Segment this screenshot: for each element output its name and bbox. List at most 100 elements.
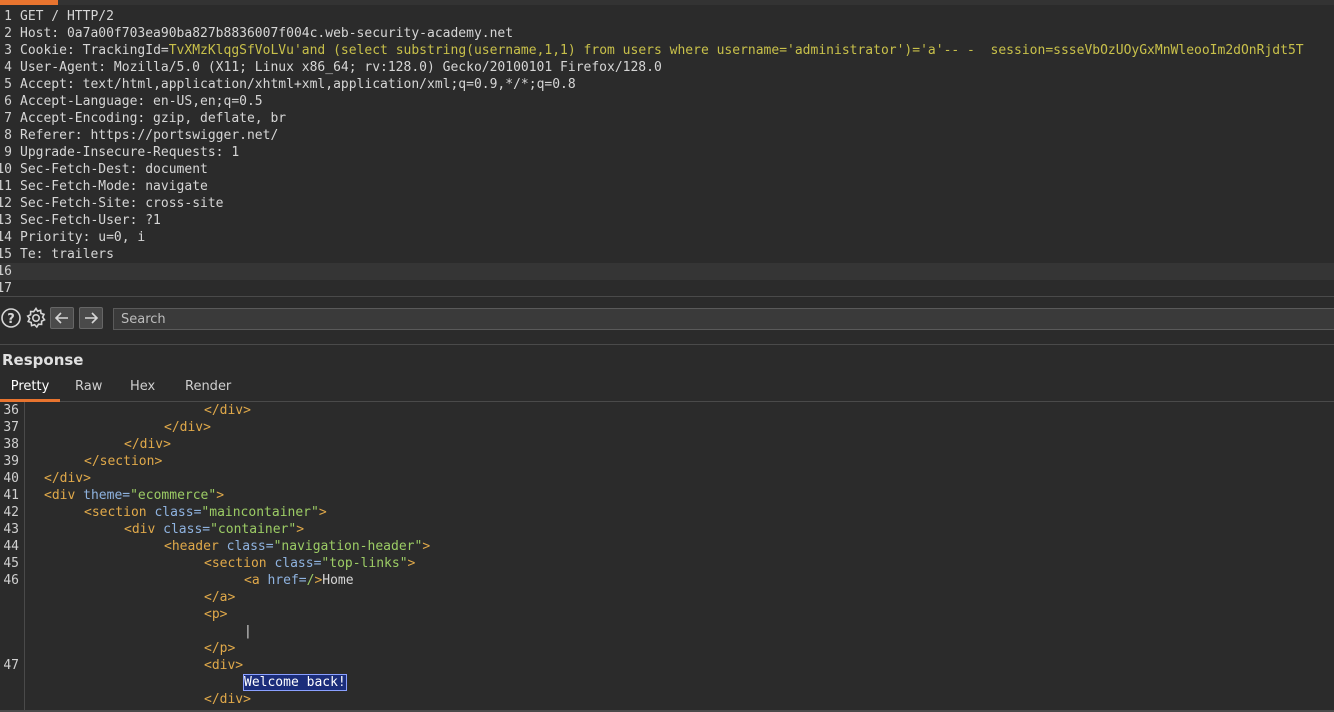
html-tag: > xyxy=(216,488,225,503)
response-line: 45 <section class="top-links"> xyxy=(0,555,1334,572)
header-value: 1 xyxy=(223,145,240,160)
response-line: 43 <div class="container"> xyxy=(0,521,1334,538)
top-strip xyxy=(0,0,1334,5)
text-node: Home xyxy=(322,573,354,588)
response-line: <p> xyxy=(0,606,1334,623)
request-line-content: Cookie: TrackingId=TvXMzKlqgSfVoLVu'and … xyxy=(20,42,1304,59)
response-line-content: <div> xyxy=(204,657,243,674)
attribute-value: "maincontainer" xyxy=(201,505,319,520)
request-line[interactable]: 9 Upgrade-Insecure-Requests: 1 xyxy=(0,144,1334,161)
html-tag: <div> xyxy=(204,658,244,673)
request-line[interactable]: 10 Sec-Fetch-Dest: document xyxy=(0,161,1334,178)
html-tag: </div> xyxy=(164,420,211,435)
header-name: Sec-Fetch-Dest: xyxy=(20,162,138,177)
request-line[interactable]: 2 Host: 0a7a00f703ea90ba827b8836007f004c.… xyxy=(0,25,1334,42)
cookie-cookie-label: Cookie: xyxy=(20,43,75,58)
line-number: 4 xyxy=(4,60,12,75)
cookie-session-value: session=ssseVbOzUOyGxMnWleooIm2dOnRjdt5T xyxy=(974,43,1304,58)
request-line[interactable]: 1 GET / HTTP/2 xyxy=(0,8,1334,25)
header-name: Sec-Fetch-Mode: xyxy=(20,179,138,194)
response-line-content: </div> xyxy=(44,470,91,487)
response-editor[interactable]: 36 </div> 37 </div> 38 </div> 39 </section> 40 </… xyxy=(0,402,1334,710)
attribute-value: "container" xyxy=(210,522,297,537)
tab-raw[interactable]: Raw xyxy=(75,377,102,399)
request-line[interactable]: 14 Priority: u=0, i xyxy=(0,229,1334,246)
request-line-content: GET / HTTP/2 xyxy=(20,8,114,25)
request-line[interactable]: 6 Accept-Language: en-US,en;q=0.5 xyxy=(0,93,1334,110)
request-line-content: Sec-Fetch-Mode: navigate xyxy=(20,178,208,195)
search-input[interactable] xyxy=(113,308,1334,330)
line-number: 36 xyxy=(3,403,19,418)
response-line: 46 <a href=/>Home xyxy=(0,572,1334,589)
html-attribute: class= xyxy=(163,522,211,537)
arrow-right-icon[interactable] xyxy=(79,307,103,329)
request-line-content: Upgrade-Insecure-Requests: 1 xyxy=(20,144,239,161)
line-number: 45 xyxy=(3,556,19,571)
html-tag: </section> xyxy=(84,454,163,469)
response-line-content: <div theme="ecommerce"> xyxy=(44,487,224,504)
response-line: </a> xyxy=(0,589,1334,606)
tab-render[interactable]: Render xyxy=(185,377,231,399)
help-icon[interactable]: ? xyxy=(0,306,24,330)
request-line[interactable]: 13 Sec-Fetch-User: ?1 xyxy=(0,212,1334,229)
divider xyxy=(0,344,1334,345)
request-line[interactable]: 7 Accept-Encoding: gzip, deflate, br xyxy=(0,110,1334,127)
response-line: </p> xyxy=(0,640,1334,657)
response-line: 37 </div> xyxy=(0,419,1334,436)
html-tag: <a xyxy=(244,573,268,588)
request-line[interactable]: 5 Accept: text/html,application/xhtml+xml… xyxy=(0,76,1334,93)
html-tag: </div> xyxy=(204,403,251,418)
request-line[interactable]: 16 xyxy=(0,263,1334,280)
line-number: 41 xyxy=(3,488,19,503)
html-tag: > xyxy=(296,522,305,537)
header-value: cross-site xyxy=(137,196,224,211)
line-number: 2 xyxy=(4,26,12,41)
line-number: 10 xyxy=(0,162,12,177)
request-line-content: Sec-Fetch-User: ?1 xyxy=(20,212,161,229)
html-attribute: class= xyxy=(154,505,202,520)
attribute-value: "top-links" xyxy=(321,556,408,571)
line-number: 6 xyxy=(4,94,12,109)
html-tag: </div> xyxy=(124,437,171,452)
header-name: Host: xyxy=(20,26,60,41)
header-name: Sec-Fetch-Site: xyxy=(20,196,138,211)
tab-pretty[interactable]: Pretty xyxy=(0,377,60,402)
header-value: document xyxy=(137,162,208,177)
request-line[interactable]: 12 Sec-Fetch-Site: cross-site xyxy=(0,195,1334,212)
request-line[interactable]: 11 Sec-Fetch-Mode: navigate xyxy=(0,178,1334,195)
response-line-content: <p> xyxy=(204,606,227,623)
header-value: gzip, deflate, br xyxy=(145,111,287,126)
line-number: 47 xyxy=(3,658,19,673)
request-line[interactable]: 15 Te: trailers xyxy=(0,246,1334,263)
header-name: Referer: xyxy=(20,128,83,143)
request-line[interactable]: 8 Referer: https://portswigger.net/ xyxy=(0,127,1334,144)
response-line: 40 </div> xyxy=(0,470,1334,487)
svg-text:?: ? xyxy=(7,312,15,327)
response-line-content: </div> xyxy=(204,691,251,708)
request-editor[interactable]: 1 GET / HTTP/2 2 Host: 0a7a00f703ea90ba827b… xyxy=(0,6,1334,296)
response-line: 47 <div> xyxy=(0,657,1334,674)
header-value: ?1 xyxy=(137,213,161,228)
attribute-value: "ecommerce" xyxy=(130,488,217,503)
request-line[interactable]: 4 User-Agent: Mozilla/5.0 (X11; Linux x86… xyxy=(0,59,1334,76)
arrow-left-icon[interactable] xyxy=(50,307,74,329)
request-line-content: Sec-Fetch-Site: cross-site xyxy=(20,195,224,212)
response-line: 42 <section class="maincontainer"> xyxy=(0,504,1334,521)
response-title: Response xyxy=(2,351,84,369)
request-line-content: Referer: https://portswigger.net/ xyxy=(20,127,278,144)
tab-hex[interactable]: Hex xyxy=(130,377,155,399)
header-value: navigate xyxy=(137,179,208,194)
html-attribute: class= xyxy=(226,539,274,554)
request-line-content: Accept-Encoding: gzip, deflate, br xyxy=(20,110,286,127)
active-tab-indicator xyxy=(0,0,58,5)
gear-icon[interactable] xyxy=(24,306,48,330)
request-line[interactable]: 17 xyxy=(0,280,1334,296)
line-number: 1 xyxy=(4,9,12,24)
html-attribute: class= xyxy=(274,556,322,571)
header-name: Accept-Language: xyxy=(20,94,146,109)
request-line[interactable]: 3 Cookie: TrackingId=TvXMzKlqgSfVoLVu'and… xyxy=(0,42,1334,59)
request-line-content: Accept: text/html,application/xhtml+xml,… xyxy=(20,76,576,93)
line-number: 7 xyxy=(4,111,12,126)
line-number: 13 xyxy=(0,213,12,228)
request-line-content: Host: 0a7a00f703ea90ba827b8836007f004c.w… xyxy=(20,25,513,42)
